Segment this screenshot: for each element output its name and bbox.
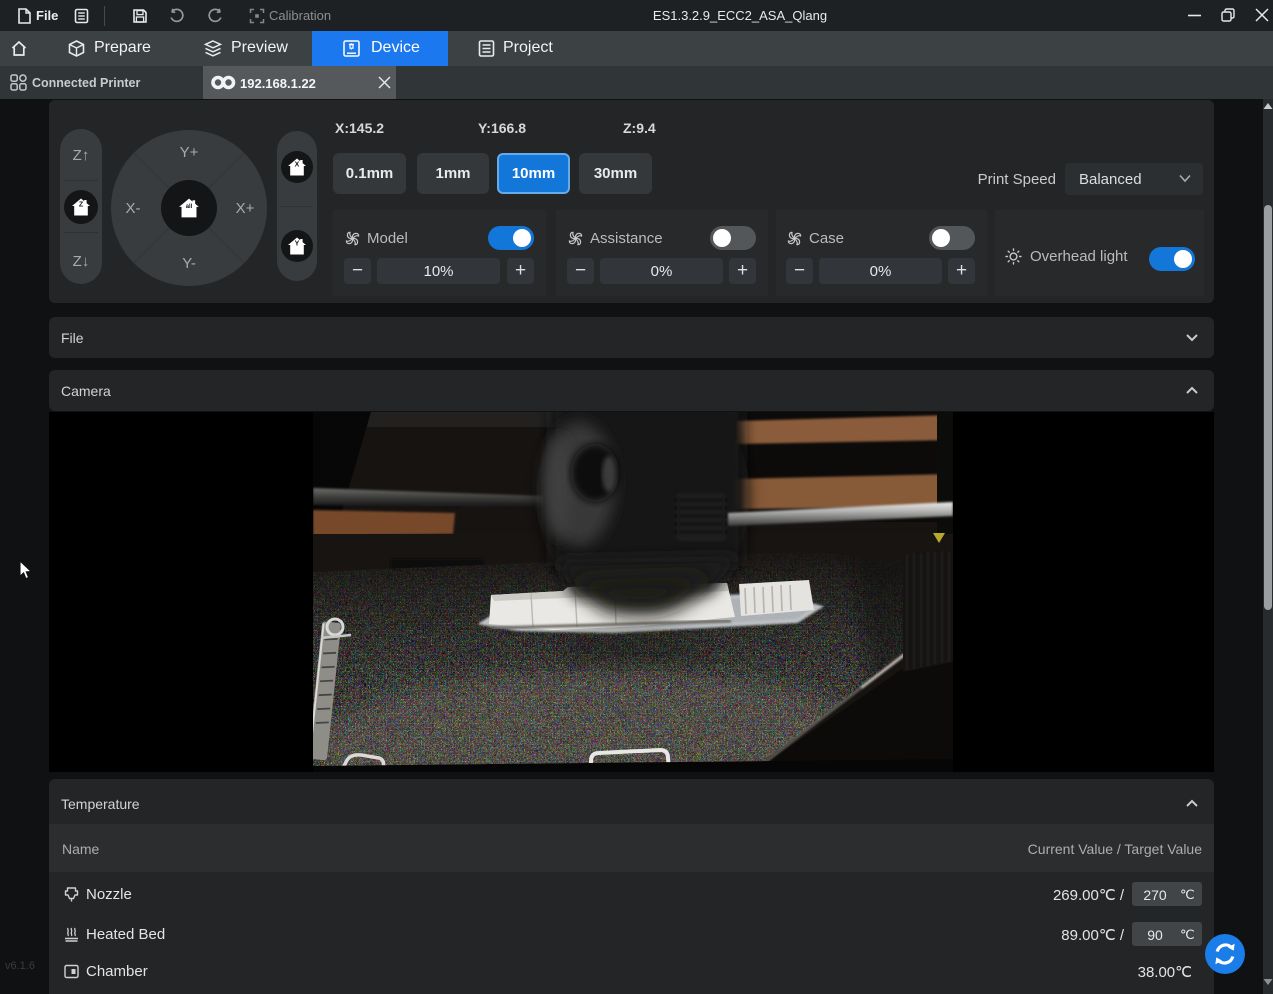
svg-text:Z: Z xyxy=(79,202,84,209)
svg-text:Y: Y xyxy=(295,241,300,248)
svg-text:X: X xyxy=(295,162,300,169)
svg-text:all: all xyxy=(186,204,193,210)
